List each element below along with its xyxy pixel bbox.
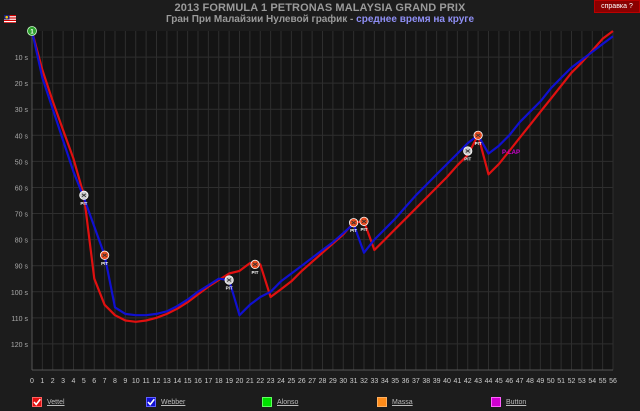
y-tick-label: 70 s [15,212,29,219]
x-tick-label: 53 [578,378,586,385]
x-tick-label: 6 [92,378,96,385]
x-tick-label: 44 [485,378,493,385]
legend: Vettel Webber Alonso Massa Button [0,396,640,411]
x-tick-label: 39 [433,378,441,385]
x-tick-label: 15 [184,378,192,385]
pit-label: PIT [360,227,367,232]
x-tick-label: 56 [609,378,617,385]
x-tick-label: 9 [123,378,127,385]
x-tick-label: 49 [536,378,544,385]
x-tick-label: 50 [547,378,555,385]
x-tick-label: 31 [350,378,358,385]
x-tick-label: 36 [402,378,410,385]
x-tick-label: 38 [422,378,430,385]
pit-label: PIT [350,228,357,233]
x-tick-label: 33 [370,378,378,385]
x-tick-label: 35 [391,378,399,385]
legend-checkbox-button[interactable] [491,397,501,407]
y-tick-label: 80 s [15,238,29,245]
pit-label: PIT [475,141,482,146]
x-tick-label: 34 [381,378,389,385]
y-tick-label: 20 s [15,81,29,88]
pit-label: PIT [226,286,233,291]
x-tick-label: 25 [287,378,295,385]
y-tick-label: 50 s [15,159,29,166]
pit-label: PIT [80,201,87,206]
pit-label: PIT [101,261,108,266]
x-tick-label: 2 [51,378,55,385]
x-tick-label: 8 [113,378,117,385]
x-tick-label: 43 [474,378,482,385]
x-tick-label: 4 [72,378,76,385]
x-tick-label: 28 [319,378,327,385]
y-tick-label: 10 s [15,55,29,62]
x-tick-label: 42 [464,378,472,385]
x-tick-label: 40 [443,378,451,385]
x-tick-label: 0 [30,378,34,385]
y-tick-label: 120 s [11,342,29,349]
x-tick-label: 23 [267,378,275,385]
x-tick-label: 12 [153,378,161,385]
x-tick-label: 55 [599,378,607,385]
y-tick-label: 110 s [11,316,28,323]
legend-checkbox-alonso[interactable] [262,397,272,407]
x-tick-label: 46 [505,378,513,385]
x-tick-label: 47 [516,378,524,385]
x-tick-label: 5 [82,378,86,385]
x-tick-label: 29 [329,378,337,385]
x-tick-label: 3 [61,378,65,385]
y-tick-label: 100 s [11,290,29,297]
lap-chart: 10 s 20 s 30 s 40 s 50 s 60 s 70 s 80 s 90 s 100 … [11,26,617,385]
x-tick-label: 10 [132,378,140,385]
x-tick-label: 22 [256,378,264,385]
legend-label: Vettel [47,399,65,406]
x-tick-label: 45 [495,378,503,385]
y-tick-label: 40 s [15,133,29,140]
x-tick-label: 26 [298,378,306,385]
x-tick-label: 14 [173,378,181,385]
x-tick-label: 51 [557,378,565,385]
x-tick-label: 20 [236,378,244,385]
x-tick-label: 17 [204,378,212,385]
y-tick-label: 30 s [15,107,29,114]
x-tick-label: 19 [225,378,233,385]
legend-checkbox-vettel[interactable] [32,397,42,407]
legend-label: Alonso [277,399,299,406]
plap-label: P-LAP [502,150,520,156]
x-tick-label: 52 [568,378,576,385]
x-tick-label: 32 [360,378,368,385]
x-tick-label: 24 [277,378,285,385]
legend-label: Webber [161,399,186,406]
x-tick-label: 54 [588,378,596,385]
legend-label: Massa [392,399,413,406]
y-tick-label: 60 s [15,185,29,192]
legend-checkbox-webber[interactable] [146,397,156,407]
x-tick-label: 18 [215,378,223,385]
y-tick-label: 90 s [15,264,29,271]
x-tick-label: 11 [142,378,149,385]
x-tick-label: 21 [246,378,254,385]
x-tick-label: 41 [453,378,461,385]
x-tick-label: 1 [40,378,44,385]
x-tick-label: 13 [163,378,171,385]
x-tick-label: 30 [339,378,347,385]
x-tick-label: 37 [412,378,420,385]
pit-label: PIT [464,156,471,161]
x-tick-label: 27 [308,378,316,385]
x-tick-label: 48 [526,378,534,385]
x-tick-label: 7 [103,378,107,385]
x-tick-label: 16 [194,378,202,385]
legend-checkbox-massa[interactable] [377,397,387,407]
legend-label: Button [506,399,527,406]
pit-label: PIT [252,270,259,275]
